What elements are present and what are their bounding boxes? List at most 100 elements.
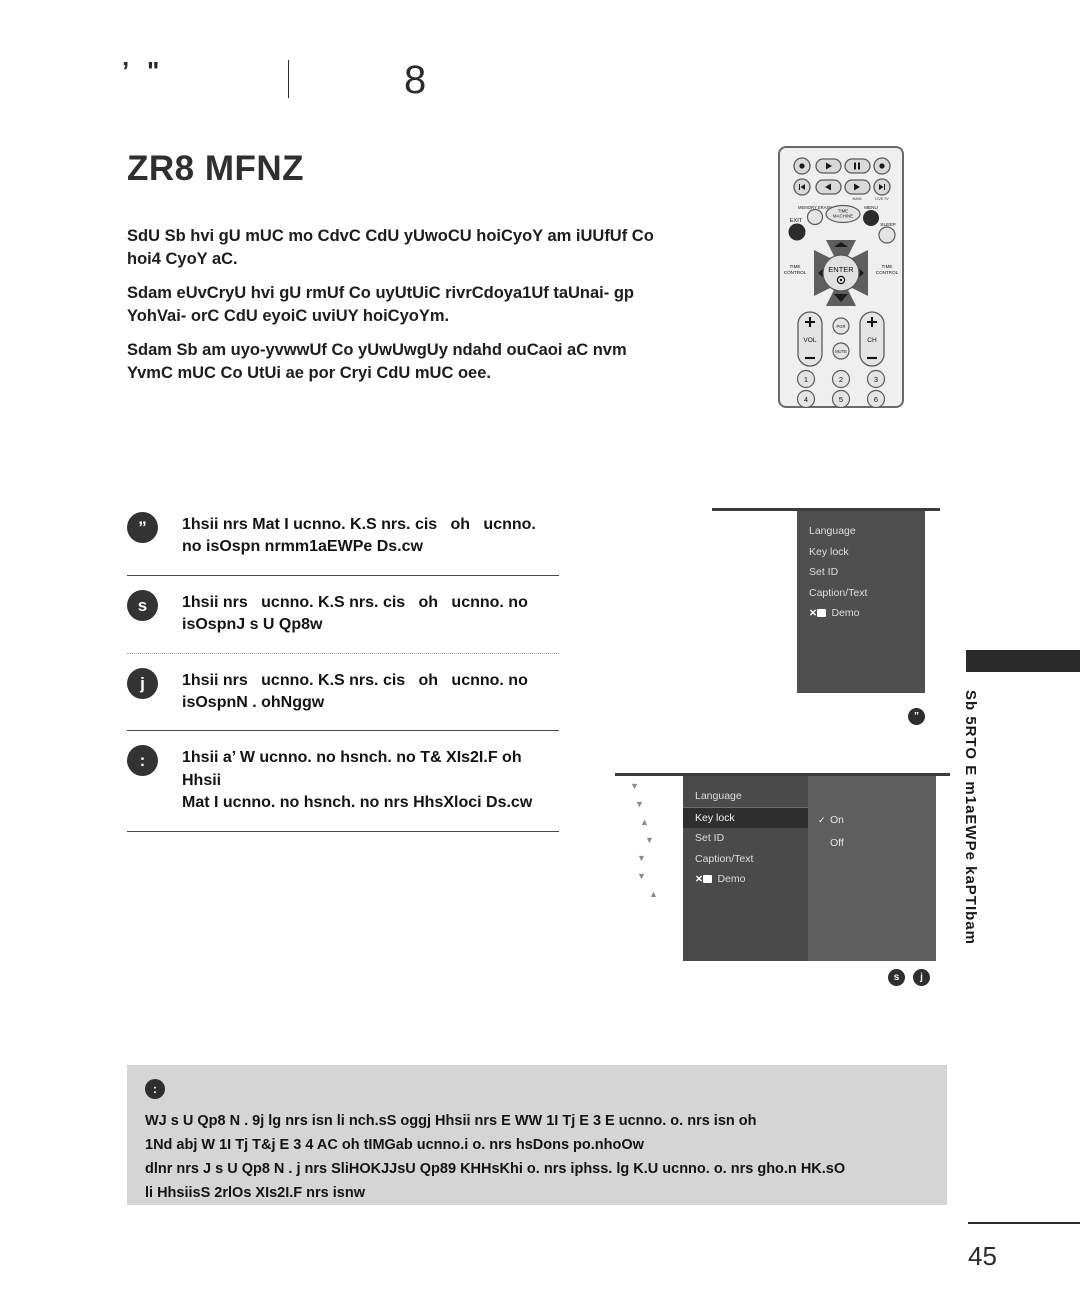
step-text-part: w bbox=[311, 693, 325, 711]
steps-list: ” 1hsii nrs Mat I ucnno. K.S nrs. cis oh… bbox=[127, 498, 559, 832]
step-text-part: oh bbox=[418, 593, 439, 611]
step-text-part: oh bbox=[418, 671, 439, 689]
osd-menu-item-set-id[interactable]: Set ID bbox=[683, 828, 808, 849]
intro-paragraphs: SdU Sb hvi gU mUC mo CdvC CdU yUwoCU hoi… bbox=[127, 225, 672, 397]
step-3: j 1hsii nrs ucnno. K.S nrs. cis oh ucnno… bbox=[127, 654, 559, 731]
svg-text:MAIN: MAIN bbox=[853, 197, 862, 201]
check-icon: ✓ bbox=[818, 814, 826, 825]
step-text-part: ucnno. K.S nrs. cis bbox=[288, 516, 438, 533]
step-text-part: Ds.cw bbox=[372, 538, 423, 556]
note-line: 1Nd abj W 1I Tj T&j E 3 4 AC oh tIMGab u… bbox=[145, 1137, 644, 1154]
step-text-2: 1hsii nrs ucnno. K.S nrs. cis oh ucnno. … bbox=[182, 592, 559, 637]
step-text-emphasis: J s U Qp8 bbox=[236, 616, 311, 634]
arrow-down-icon: ▼ bbox=[637, 853, 646, 863]
arrow-up-icon: ▲ bbox=[649, 889, 658, 899]
step-text-part: 1hsii nrs bbox=[182, 671, 248, 689]
page-number: 45 bbox=[968, 1241, 997, 1271]
step-separator bbox=[127, 830, 559, 832]
step-text-part: ucnno. no bbox=[451, 671, 528, 689]
osd-menu-body: Language Key lock Set ID Caption/Text ✕ … bbox=[683, 776, 808, 961]
osd-menu-item-xd-demo-label: Demo bbox=[831, 607, 860, 619]
footer-divider bbox=[968, 1222, 1080, 1224]
step-text-part: w bbox=[310, 616, 323, 634]
section-vertical-label: Sb 5RTO E m1aEWPe kaPTIbam bbox=[962, 690, 979, 945]
svg-text:CH: CH bbox=[867, 337, 877, 344]
step-text-emphasis: m1aEWPe bbox=[294, 538, 373, 556]
step-text-part: 1hsii nrs bbox=[182, 516, 253, 533]
osd-menu-item-key-lock[interactable]: Key lock bbox=[797, 542, 925, 563]
step-text-emphasis: Mat I bbox=[182, 794, 219, 812]
document-page: ’ " 8 ZR8 MFNZ SdU Sb hvi gU mUC mo CdvC… bbox=[0, 0, 1080, 1315]
step-bullet-4: : bbox=[127, 745, 158, 777]
note-line: WJ s U Qp8 N . 9j lg nrs isn li nch.sS o… bbox=[145, 1113, 757, 1129]
osd-menu-item-key-lock[interactable]: Key lock bbox=[683, 807, 808, 828]
intro-paragraph: Sdam eUvCryU hvi gU rmUf Co uyUtUiC rivr… bbox=[127, 284, 634, 325]
step-bullet-2: s bbox=[127, 589, 158, 621]
osd-menu-body: Language Key lock Set ID Caption/Text ✕ … bbox=[797, 511, 925, 693]
step-text-4: 1hsii a’ W ucnno. no hsnch. no T& XIs2I.… bbox=[182, 747, 559, 814]
note-line: dlnr nrs J s U Qp8 N . j nrs SliHOKJJsU … bbox=[145, 1161, 846, 1178]
svg-text:LIVE TV: LIVE TV bbox=[875, 197, 889, 201]
osd-options-list: ✓ On Off bbox=[808, 776, 936, 854]
svg-text:MACHINE: MACHINE bbox=[833, 214, 853, 219]
note-box: : WJ s U Qp8 N . 9j lg nrs isn li nch.sS… bbox=[127, 1065, 947, 1205]
arrow-down-icon: ▼ bbox=[645, 835, 654, 845]
remote-control-illustration: MAIN LIVE TV MEMORY ERASE TIME MACHINE M… bbox=[778, 146, 904, 408]
step-4: : 1hsii a’ W ucnno. no hsnch. no T& XIs2… bbox=[127, 731, 559, 830]
svg-text:MUTE: MUTE bbox=[835, 349, 847, 354]
svg-text:CONTROL: CONTROL bbox=[876, 270, 899, 275]
osd-option-on[interactable]: ✓ On bbox=[808, 809, 936, 832]
osd-menu-list: Language Key lock Set ID Caption/Text ✕ … bbox=[683, 776, 808, 890]
osd-marker-top: ” bbox=[908, 708, 925, 725]
osd-menu-item-xd-demo[interactable]: ✕ Demo bbox=[797, 603, 925, 624]
step-text-part: ucnno. bbox=[483, 516, 536, 533]
step-2: s 1hsii nrs ucnno. K.S nrs. cis oh ucnno… bbox=[127, 576, 559, 653]
svg-text:CONTROL: CONTROL bbox=[784, 270, 807, 275]
step-text-part: ucnno. K.S nrs. cis bbox=[261, 593, 406, 611]
step-1: ” 1hsii nrs Mat I ucnno. K.S nrs. cis oh… bbox=[127, 498, 559, 575]
intro-paragraph: SdU Sb hvi gU mUC mo CdvC CdU yUwoCU hoi… bbox=[127, 227, 654, 268]
section-tab-block bbox=[966, 650, 1080, 672]
step-text-emphasis: Mat I bbox=[252, 516, 289, 533]
svg-text:ENTER: ENTER bbox=[828, 265, 854, 274]
step-text-part: isOspn bbox=[182, 693, 237, 711]
note-text: WJ s U Qp8 N . 9j lg nrs isn li nch.sS o… bbox=[145, 1111, 935, 1207]
step-text-emphasis: N . ohNgg bbox=[236, 693, 312, 711]
osd-menu-item-caption-text[interactable]: Caption/Text bbox=[683, 849, 808, 870]
step-text-part: ucnno. K.S nrs. cis bbox=[261, 671, 406, 689]
note-icon: : bbox=[145, 1079, 165, 1099]
osd-option-off-label: Off bbox=[830, 836, 844, 849]
osd-menu-item-language[interactable]: Language bbox=[683, 786, 808, 808]
svg-text:5: 5 bbox=[839, 395, 843, 404]
header-divider bbox=[288, 60, 289, 98]
step-bullet-3: j bbox=[127, 667, 158, 699]
header-number: 8 bbox=[404, 58, 427, 102]
osd-arrow-indicators: ▼ ▼ ▲ ▼ ▼ ▼ ▲ bbox=[615, 779, 677, 909]
svg-text:3: 3 bbox=[874, 375, 878, 384]
arrow-down-icon: ▼ bbox=[635, 799, 644, 809]
osd-option-off[interactable]: Off bbox=[808, 832, 936, 855]
page-title: ZR8 MFNZ bbox=[127, 149, 305, 188]
osd-marker-left: s bbox=[888, 969, 905, 986]
osd-menu-item-language[interactable]: Language bbox=[797, 521, 925, 542]
svg-text:MENU: MENU bbox=[864, 205, 878, 210]
osd-marker-right: j bbox=[913, 969, 930, 986]
arrow-down-icon: ▼ bbox=[637, 871, 646, 881]
step-text-part: oh bbox=[450, 516, 471, 533]
svg-text:VOL: VOL bbox=[803, 337, 817, 344]
osd-options-panel: ✓ On Off bbox=[808, 776, 936, 961]
step-text-emphasis: a’ W bbox=[222, 749, 255, 767]
step-bullet-1: ” bbox=[127, 512, 158, 543]
svg-text:2: 2 bbox=[839, 375, 843, 384]
xd-logo-icon: ✕ bbox=[695, 874, 713, 885]
svg-text:PGR: PGR bbox=[836, 324, 845, 329]
osd-menu-item-caption-text[interactable]: Caption/Text bbox=[797, 583, 925, 604]
step-text-part: isOspn bbox=[182, 616, 237, 634]
step-text-part: 1hsii bbox=[182, 749, 223, 767]
step-text-part: 1hsii nrs bbox=[182, 593, 248, 611]
note-line: li HhsiisS 2rlOs XIs2I.F nrs isnw bbox=[145, 1185, 365, 1202]
osd-menu-list: Language Key lock Set ID Caption/Text ✕ … bbox=[797, 511, 925, 624]
osd-menu-item-set-id[interactable]: Set ID bbox=[797, 562, 925, 583]
osd-menu-item-xd-demo[interactable]: ✕ Demo bbox=[683, 869, 808, 890]
svg-text:TIME: TIME bbox=[882, 264, 893, 269]
